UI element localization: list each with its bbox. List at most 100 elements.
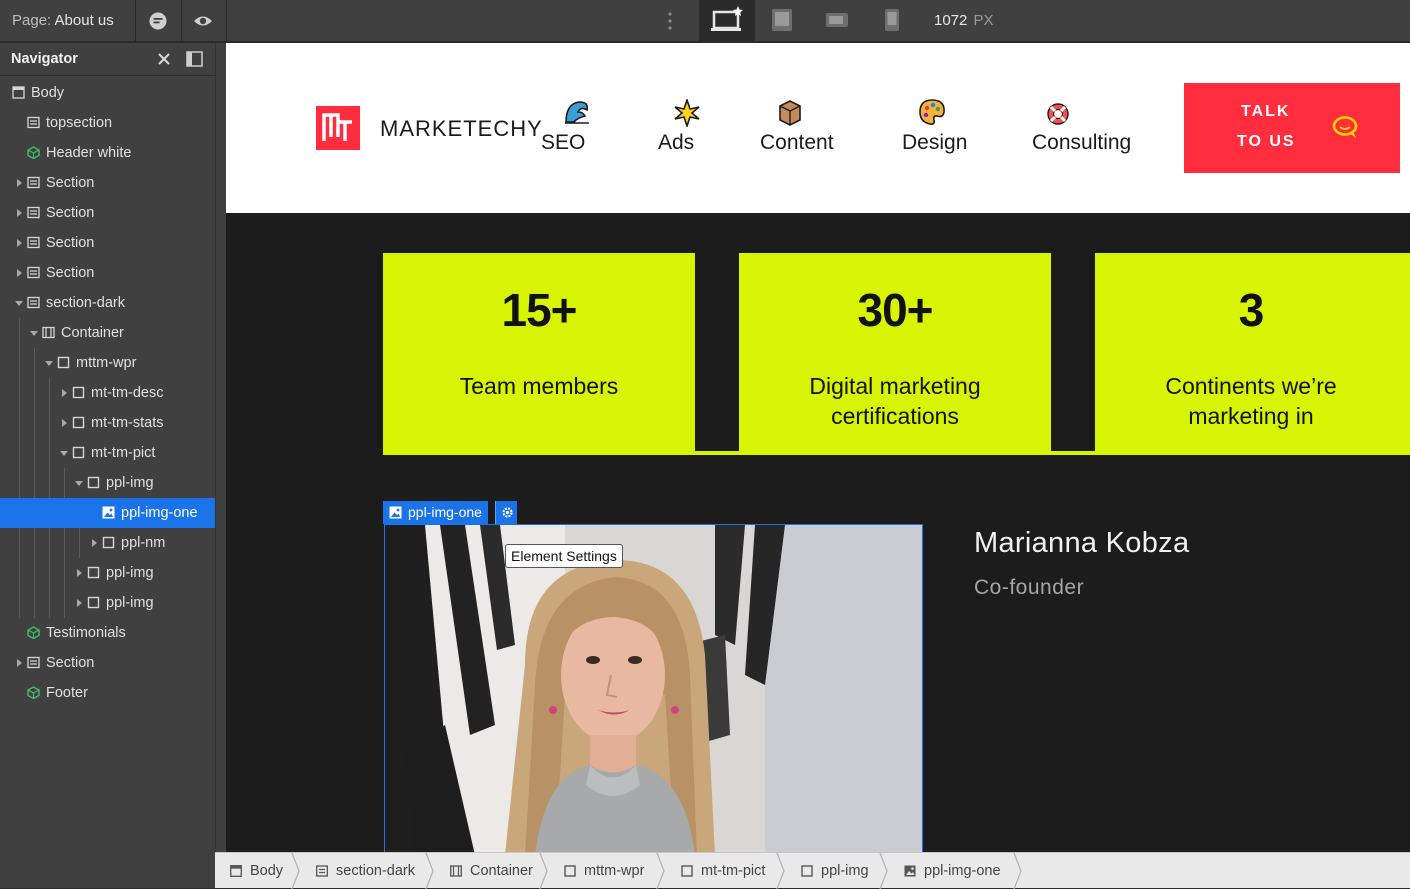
- menu-item-consulting[interactable]: Consulting: [1032, 131, 1131, 155]
- breadcrumb-separator-icon: [539, 853, 548, 889]
- menu-item-design[interactable]: Design: [902, 131, 967, 155]
- top-toolbar: Page: About us 1072 PX: [0, 0, 1410, 42]
- comment-icon[interactable]: [148, 11, 168, 31]
- navigator-item-container[interactable]: Container: [0, 318, 215, 348]
- navigator-item-label: section-dark: [46, 295, 125, 311]
- navigator-item-section[interactable]: Section: [0, 168, 215, 198]
- breadcrumb-item-ppl-img[interactable]: ppl-img: [786, 853, 875, 889]
- talk-to-us-button[interactable]: TALK TO US: [1184, 83, 1400, 173]
- image-icon: [904, 865, 916, 877]
- wave-icon: [565, 101, 589, 124]
- navigator-item-label: Section: [46, 265, 95, 281]
- breadcrumb-separator-icon: [291, 853, 300, 889]
- chat-bubble-icon: [1332, 116, 1358, 138]
- breadcrumb-separator-icon: [776, 853, 785, 889]
- navigator-item-topsection[interactable]: topsection: [0, 108, 215, 138]
- breadcrumb-item-container[interactable]: Container: [435, 853, 535, 889]
- expand-caret-icon[interactable]: [17, 659, 22, 667]
- navigator-item-label: ppl-img: [106, 565, 154, 581]
- eye-icon[interactable]: [193, 11, 213, 31]
- device-desktop-button[interactable]: [699, 0, 755, 42]
- navigator-item-mt-tm-stats[interactable]: mt-tm-stats: [0, 408, 215, 438]
- navigator-scrollbar[interactable]: [215, 43, 226, 853]
- breadcrumb-item-mt-tm-pict[interactable]: mt-tm-pict: [666, 853, 772, 889]
- navigator-item-label: Section: [46, 175, 95, 191]
- expand-caret-icon[interactable]: [17, 269, 22, 277]
- navigator-item-ppl-nm[interactable]: ppl-nm: [0, 528, 215, 558]
- navigator-item-ppl-img-one[interactable]: ppl-img-one: [0, 498, 215, 528]
- section-icon: [27, 206, 40, 219]
- div-icon: [801, 865, 813, 877]
- selected-element-tag[interactable]: ppl-img-one: [383, 501, 488, 524]
- expand-caret-icon[interactable]: [62, 389, 67, 397]
- expand-caret-icon[interactable]: [62, 419, 67, 427]
- logo-mark-icon[interactable]: [316, 106, 360, 150]
- dock-panel-icon[interactable]: [186, 51, 203, 67]
- mobile-portrait-icon[interactable]: [884, 8, 900, 32]
- div-icon: [72, 386, 85, 399]
- navigator-item-section[interactable]: Section: [0, 228, 215, 258]
- breadcrumb-label: Body: [250, 863, 284, 879]
- expand-caret-icon[interactable]: [17, 209, 22, 217]
- collapse-caret-icon[interactable]: [30, 331, 38, 336]
- navigator-item-section[interactable]: Section: [0, 258, 215, 288]
- section-icon: [27, 266, 40, 279]
- collapse-caret-icon[interactable]: [45, 361, 53, 366]
- page-selector[interactable]: Page: About us: [12, 12, 114, 29]
- menu-item-seo[interactable]: SEO: [541, 131, 585, 155]
- navigator-item-mt-tm-pict[interactable]: mt-tm-pict: [0, 438, 215, 468]
- mobile-landscape-icon[interactable]: [825, 12, 849, 28]
- breadcrumb-item-body[interactable]: Body: [215, 853, 287, 889]
- breadcrumb-item-ppl-img-one[interactable]: ppl-img-one: [889, 853, 1009, 889]
- collapse-caret-icon[interactable]: [15, 301, 23, 306]
- div-icon: [57, 356, 70, 369]
- element-settings-button[interactable]: [495, 501, 517, 524]
- navigator-item-label: Footer: [46, 685, 88, 701]
- stat-card: 15+ Team members: [383, 253, 695, 455]
- expand-caret-icon[interactable]: [17, 179, 22, 187]
- collapse-caret-icon[interactable]: [60, 451, 68, 456]
- navigator-item-mt-tm-desc[interactable]: mt-tm-desc: [0, 378, 215, 408]
- container-icon: [42, 326, 55, 339]
- page-prefix: Page:: [12, 12, 52, 29]
- menu-item-ads[interactable]: Ads: [658, 131, 694, 155]
- navigator-item-section[interactable]: Section: [0, 198, 215, 228]
- navigator-item-ppl-img[interactable]: ppl-img: [0, 558, 215, 588]
- expand-caret-icon[interactable]: [17, 239, 22, 247]
- navigator-item-section-dark[interactable]: section-dark: [0, 288, 215, 318]
- logo-text[interactable]: MARKETECHY: [380, 116, 543, 142]
- stat-label-line: marketing in: [1188, 403, 1314, 429]
- close-icon[interactable]: [157, 52, 171, 66]
- navigator-item-footer[interactable]: Footer: [0, 678, 215, 708]
- canvas-width-readout[interactable]: 1072 PX: [934, 12, 994, 29]
- expand-caret-icon[interactable]: [77, 569, 82, 577]
- navigator-item-label: mt-tm-stats: [91, 415, 164, 431]
- menu-item-content[interactable]: Content: [760, 131, 834, 155]
- navigator-item-ppl-img[interactable]: ppl-img: [0, 588, 215, 618]
- navigator-item-section[interactable]: Section: [0, 648, 215, 678]
- tablet-icon[interactable]: [771, 8, 793, 32]
- collapse-caret-icon[interactable]: [75, 481, 83, 486]
- breadcrumb-item-section-dark[interactable]: section-dark: [301, 853, 421, 889]
- navigator-item-label: topsection: [46, 115, 113, 131]
- stat-number: 15+: [501, 284, 577, 336]
- palette-icon: [919, 99, 945, 125]
- expand-caret-icon[interactable]: [92, 539, 97, 547]
- breadcrumb-item-mttm-wpr[interactable]: mttm-wpr: [549, 853, 652, 889]
- team-member-photo[interactable]: [384, 524, 923, 853]
- navigator-item-mttm-wpr[interactable]: mttm-wpr: [0, 348, 215, 378]
- section-icon: [27, 296, 40, 309]
- toolbar-divider: [135, 0, 136, 42]
- navigator-item-header-white[interactable]: Header white: [0, 138, 215, 168]
- navigator-item-testimonials[interactable]: Testimonials: [0, 618, 215, 648]
- body-icon: [230, 865, 242, 877]
- stat-gap: [1051, 253, 1095, 451]
- more-dots-icon[interactable]: [665, 10, 675, 32]
- expand-caret-icon[interactable]: [77, 599, 82, 607]
- navigator-item-ppl-img[interactable]: ppl-img: [0, 468, 215, 498]
- navigator-item-label: mttm-wpr: [76, 355, 137, 371]
- navigator-item-body[interactable]: Body: [0, 78, 215, 108]
- stat-number: 3: [1238, 284, 1265, 336]
- navigator-item-label: Container: [61, 325, 124, 341]
- navigator-item-label: mt-tm-desc: [91, 385, 164, 401]
